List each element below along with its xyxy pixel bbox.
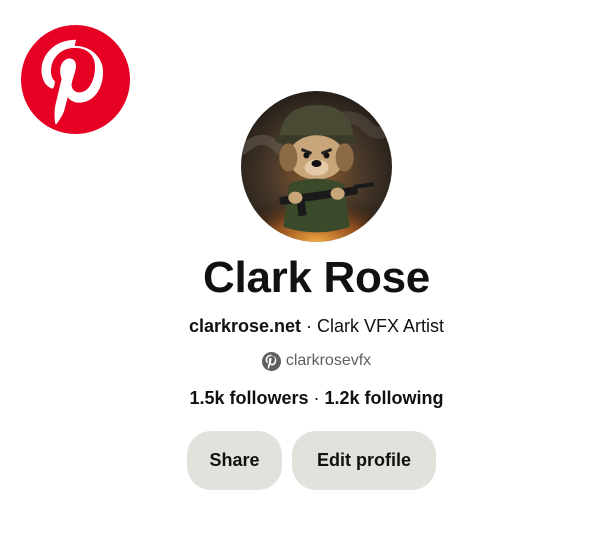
pinterest-icon <box>261 351 281 371</box>
edit-profile-button[interactable]: Edit profile <box>292 431 436 490</box>
website-link[interactable]: clarkrose.net <box>189 316 301 336</box>
share-button[interactable]: Share <box>187 431 282 490</box>
stats-separator: · <box>308 388 325 408</box>
pinterest-logo-icon[interactable] <box>21 25 130 134</box>
profile-stats: 1.5k followers · 1.2k following <box>0 384 608 412</box>
profile-avatar-image[interactable] <box>241 91 392 242</box>
followers-count[interactable]: 1.5k followers <box>189 388 308 408</box>
about-separator: · <box>301 316 318 336</box>
following-count[interactable]: 1.2k following <box>325 388 444 408</box>
profile-bio: Clark VFX Artist <box>317 316 445 336</box>
profile-handle: clarkrosevfx <box>0 349 608 373</box>
handle-text: clarkrosevfx <box>285 352 372 369</box>
profile-name: Clark Rose <box>203 253 430 302</box>
profile-about: clarkrose.net · Clark VFX Artist <box>0 312 608 340</box>
